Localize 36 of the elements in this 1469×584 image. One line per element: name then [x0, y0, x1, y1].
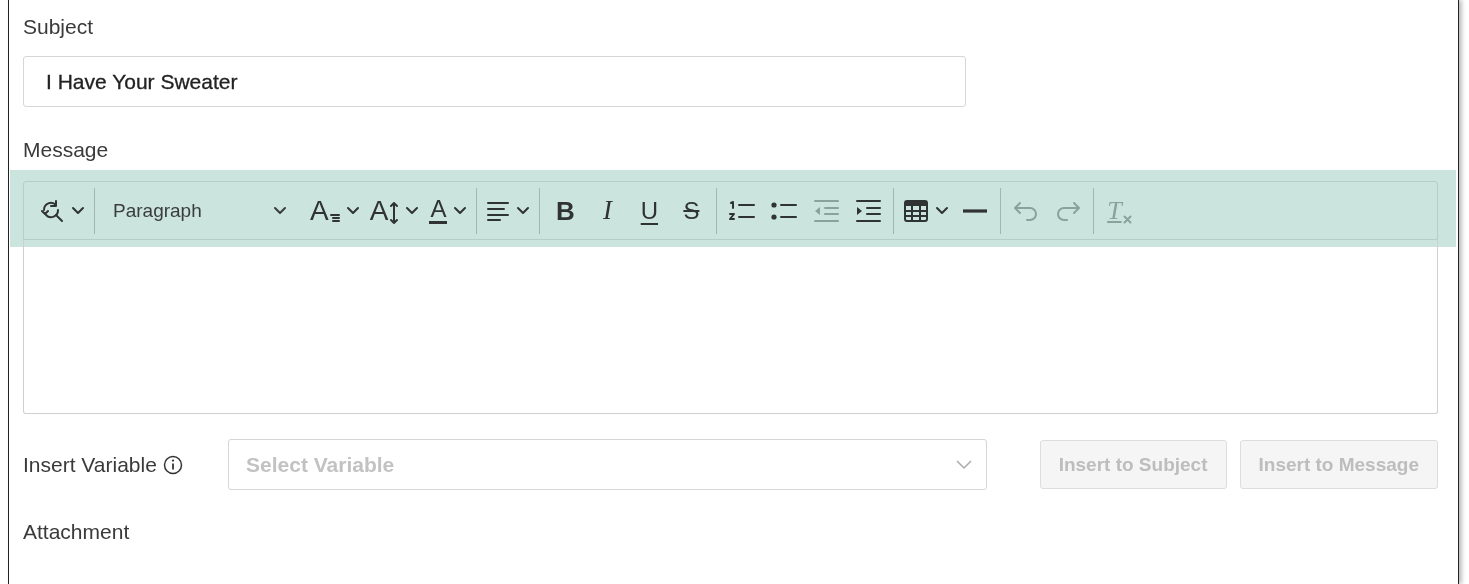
undo-icon	[1013, 200, 1040, 221]
caret-icon	[516, 206, 531, 215]
redo-icon	[1055, 200, 1082, 221]
font-size-button[interactable]: A	[305, 190, 365, 231]
line-height-button[interactable]: A	[364, 190, 425, 231]
message-field[interactable]	[23, 240, 1438, 414]
bulleted-list-icon	[770, 199, 799, 222]
caret-icon	[453, 206, 468, 215]
caret-icon	[345, 206, 360, 215]
find-replace-icon	[39, 197, 65, 224]
paragraph-select[interactable]: Paragraph	[99, 190, 299, 231]
horizontal-line-icon	[962, 208, 989, 213]
indent-icon	[854, 198, 883, 223]
font-color-button[interactable]: A	[424, 190, 473, 231]
table-icon	[903, 198, 930, 223]
field-label: Insert Variable	[23, 451, 157, 478]
outdent-icon	[812, 198, 841, 223]
strikethrough-button[interactable]: S	[670, 190, 713, 231]
caret-icon	[71, 206, 85, 215]
cross-icon	[1122, 214, 1132, 224]
bold-button[interactable]: B	[544, 190, 587, 231]
align-left-icon	[486, 199, 511, 222]
caret-icon	[405, 206, 420, 215]
caret-icon	[935, 206, 950, 215]
field-label: Message	[23, 137, 110, 163]
underline-button[interactable]: U	[628, 190, 671, 231]
info-icon	[162, 454, 183, 475]
field-label: Subject	[23, 14, 95, 40]
lines-icon	[329, 212, 340, 225]
italic-button[interactable]: I	[586, 190, 629, 231]
vertical-arrow-icon	[389, 200, 400, 225]
field-label: Attachment	[23, 519, 131, 545]
caret-icon	[273, 206, 287, 215]
chevron-down-icon	[956, 459, 972, 470]
numbered-list-icon	[728, 199, 757, 222]
subject-field[interactable]: I Have Your Sweater	[23, 56, 966, 107]
